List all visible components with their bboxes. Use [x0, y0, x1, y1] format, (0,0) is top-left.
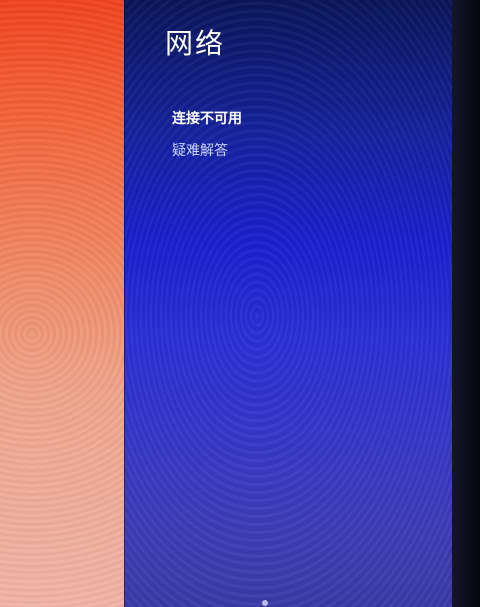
- screen: 网络 连接不可用 疑难解答: [0, 0, 480, 607]
- connection-status-text: 连接不可用: [172, 111, 242, 127]
- network-flyout-panel: 网络 连接不可用 疑难解答: [124, 0, 455, 607]
- monitor-bezel: [452, 0, 480, 607]
- network-panel-title: 网络: [165, 27, 226, 60]
- bottom-indicator-dot: [262, 600, 268, 606]
- troubleshoot-link[interactable]: 疑难解答: [172, 140, 228, 160]
- panel-moire-overlay: [125, 0, 455, 607]
